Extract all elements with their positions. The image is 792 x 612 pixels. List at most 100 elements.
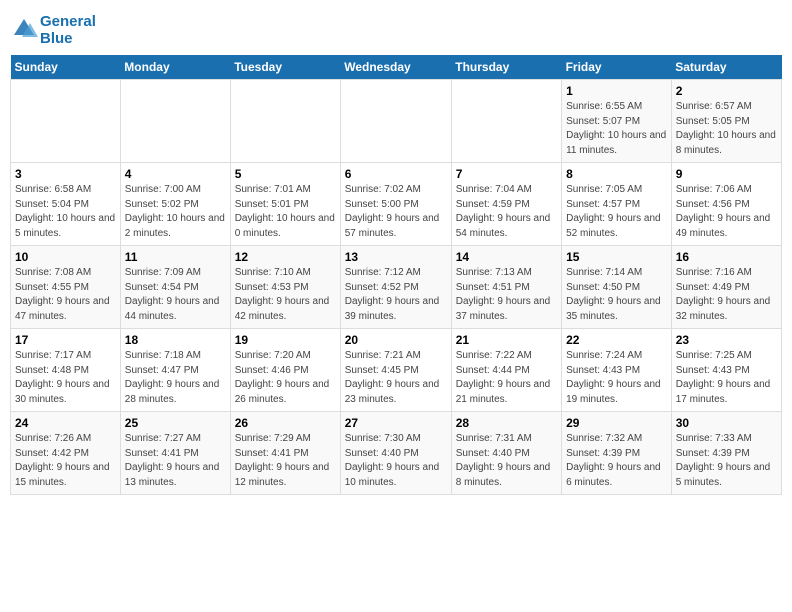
- calendar-cell: 26 Sunrise: 7:29 AM Sunset: 4:41 PM Dayli…: [230, 412, 340, 495]
- day-number: 11: [125, 250, 226, 264]
- day-info: Sunrise: 7:32 AM Sunset: 4:39 PM Dayligh…: [566, 432, 667, 490]
- calendar-cell: 22 Sunrise: 7:24 AM Sunset: 4:43 PM Dayli…: [562, 329, 672, 412]
- logo-text: General Blue: [40, 14, 96, 47]
- day-number: 2: [676, 84, 777, 98]
- day-info: Sunrise: 7:21 AM Sunset: 4:45 PM Dayligh…: [345, 349, 447, 407]
- calendar-cell: [230, 80, 340, 163]
- day-number: 5: [235, 167, 336, 181]
- day-info: Sunrise: 7:25 AM Sunset: 4:43 PM Dayligh…: [676, 349, 777, 407]
- day-info: Sunrise: 7:13 AM Sunset: 4:51 PM Dayligh…: [456, 266, 557, 324]
- weekday-header-wednesday: Wednesday: [340, 55, 451, 80]
- day-number: 16: [676, 250, 777, 264]
- calendar-cell: 27Sunrise: 7:30 AM Sunset: 4:40 PM Dayli…: [340, 412, 451, 495]
- weekday-header-tuesday: Tuesday: [230, 55, 340, 80]
- day-info: Sunrise: 6:57 AM Sunset: 5:05 PM Dayligh…: [676, 100, 777, 158]
- calendar-cell: 11 Sunrise: 7:09 AM Sunset: 4:54 PM Dayli…: [120, 246, 230, 329]
- day-info: Sunrise: 7:24 AM Sunset: 4:43 PM Dayligh…: [566, 349, 667, 407]
- weekday-header-monday: Monday: [120, 55, 230, 80]
- calendar-cell: 17 Sunrise: 7:17 AM Sunset: 4:48 PM Dayli…: [11, 329, 121, 412]
- calendar-cell: 28 Sunrise: 7:31 AM Sunset: 4:40 PM Dayli…: [451, 412, 561, 495]
- day-info: Sunrise: 7:02 AM Sunset: 5:00 PM Dayligh…: [345, 183, 447, 241]
- day-number: 22: [566, 333, 667, 347]
- day-info: Sunrise: 7:20 AM Sunset: 4:46 PM Dayligh…: [235, 349, 336, 407]
- day-number: 26: [235, 416, 336, 430]
- week-row-4: 17 Sunrise: 7:17 AM Sunset: 4:48 PM Dayli…: [11, 329, 782, 412]
- day-number: 17: [15, 333, 116, 347]
- calendar-cell: 20 Sunrise: 7:21 AM Sunset: 4:45 PM Dayli…: [340, 329, 451, 412]
- day-number: 3: [15, 167, 116, 181]
- day-info: Sunrise: 7:09 AM Sunset: 4:54 PM Dayligh…: [125, 266, 226, 324]
- day-number: 1: [566, 84, 667, 98]
- week-row-2: 3Sunrise: 6:58 AM Sunset: 5:04 PM Daylig…: [11, 163, 782, 246]
- logo: General Blue: [10, 14, 96, 47]
- calendar-cell: [451, 80, 561, 163]
- calendar-cell: 9 Sunrise: 7:06 AM Sunset: 4:56 PM Daylig…: [671, 163, 781, 246]
- day-info: Sunrise: 7:18 AM Sunset: 4:47 PM Dayligh…: [125, 349, 226, 407]
- day-info: Sunrise: 7:10 AM Sunset: 4:53 PM Dayligh…: [235, 266, 336, 324]
- calendar-cell: [11, 80, 121, 163]
- day-info: Sunrise: 7:30 AM Sunset: 4:40 PM Dayligh…: [345, 432, 447, 490]
- day-info: Sunrise: 7:16 AM Sunset: 4:49 PM Dayligh…: [676, 266, 777, 324]
- day-info: Sunrise: 6:55 AM Sunset: 5:07 PM Dayligh…: [566, 100, 667, 158]
- day-number: 15: [566, 250, 667, 264]
- day-number: 20: [345, 333, 447, 347]
- day-number: 9: [676, 167, 777, 181]
- day-info: Sunrise: 7:04 AM Sunset: 4:59 PM Dayligh…: [456, 183, 557, 241]
- weekday-header-sunday: Sunday: [11, 55, 121, 80]
- calendar-cell: 30Sunrise: 7:33 AM Sunset: 4:39 PM Dayli…: [671, 412, 781, 495]
- day-number: 8: [566, 167, 667, 181]
- calendar-cell: 12 Sunrise: 7:10 AM Sunset: 4:53 PM Dayli…: [230, 246, 340, 329]
- day-number: 13: [345, 250, 447, 264]
- day-number: 4: [125, 167, 226, 181]
- weekday-header-thursday: Thursday: [451, 55, 561, 80]
- calendar-cell: 4 Sunrise: 7:00 AM Sunset: 5:02 PM Daylig…: [120, 163, 230, 246]
- weekday-header-row: SundayMondayTuesdayWednesdayThursdayFrid…: [11, 55, 782, 80]
- calendar-cell: 24Sunrise: 7:26 AM Sunset: 4:42 PM Dayli…: [11, 412, 121, 495]
- day-number: 24: [15, 416, 116, 430]
- day-number: 23: [676, 333, 777, 347]
- day-number: 21: [456, 333, 557, 347]
- calendar-cell: 10Sunrise: 7:08 AM Sunset: 4:55 PM Dayli…: [11, 246, 121, 329]
- day-number: 7: [456, 167, 557, 181]
- day-info: Sunrise: 7:05 AM Sunset: 4:57 PM Dayligh…: [566, 183, 667, 241]
- day-number: 29: [566, 416, 667, 430]
- day-info: Sunrise: 7:22 AM Sunset: 4:44 PM Dayligh…: [456, 349, 557, 407]
- calendar-cell: 7 Sunrise: 7:04 AM Sunset: 4:59 PM Daylig…: [451, 163, 561, 246]
- day-info: Sunrise: 7:06 AM Sunset: 4:56 PM Dayligh…: [676, 183, 777, 241]
- day-info: Sunrise: 7:27 AM Sunset: 4:41 PM Dayligh…: [125, 432, 226, 490]
- day-number: 6: [345, 167, 447, 181]
- calendar-cell: 21 Sunrise: 7:22 AM Sunset: 4:44 PM Dayli…: [451, 329, 561, 412]
- day-info: Sunrise: 7:29 AM Sunset: 4:41 PM Dayligh…: [235, 432, 336, 490]
- weekday-header-friday: Friday: [562, 55, 672, 80]
- week-row-5: 24Sunrise: 7:26 AM Sunset: 4:42 PM Dayli…: [11, 412, 782, 495]
- calendar-cell: 15Sunrise: 7:14 AM Sunset: 4:50 PM Dayli…: [562, 246, 672, 329]
- calendar-cell: 19 Sunrise: 7:20 AM Sunset: 4:46 PM Dayli…: [230, 329, 340, 412]
- day-info: Sunrise: 7:12 AM Sunset: 4:52 PM Dayligh…: [345, 266, 447, 324]
- calendar-cell: 16 Sunrise: 7:16 AM Sunset: 4:49 PM Dayli…: [671, 246, 781, 329]
- day-number: 12: [235, 250, 336, 264]
- day-number: 14: [456, 250, 557, 264]
- day-info: Sunrise: 7:17 AM Sunset: 4:48 PM Dayligh…: [15, 349, 116, 407]
- calendar-cell: 2 Sunrise: 6:57 AM Sunset: 5:05 PM Daylig…: [671, 80, 781, 163]
- day-number: 18: [125, 333, 226, 347]
- week-row-1: 1 Sunrise: 6:55 AM Sunset: 5:07 PM Daylig…: [11, 80, 782, 163]
- day-info: Sunrise: 7:00 AM Sunset: 5:02 PM Dayligh…: [125, 183, 226, 241]
- calendar-cell: 13 Sunrise: 7:12 AM Sunset: 4:52 PM Dayli…: [340, 246, 451, 329]
- day-info: Sunrise: 7:31 AM Sunset: 4:40 PM Dayligh…: [456, 432, 557, 490]
- calendar-cell: 25Sunrise: 7:27 AM Sunset: 4:41 PM Dayli…: [120, 412, 230, 495]
- calendar-cell: 14 Sunrise: 7:13 AM Sunset: 4:51 PM Dayli…: [451, 246, 561, 329]
- calendar-cell: 18 Sunrise: 7:18 AM Sunset: 4:47 PM Dayli…: [120, 329, 230, 412]
- calendar-table: SundayMondayTuesdayWednesdayThursdayFrid…: [10, 55, 782, 495]
- calendar-cell: 23 Sunrise: 7:25 AM Sunset: 4:43 PM Dayli…: [671, 329, 781, 412]
- day-number: 19: [235, 333, 336, 347]
- calendar-cell: 3Sunrise: 6:58 AM Sunset: 5:04 PM Daylig…: [11, 163, 121, 246]
- calendar-cell: 29 Sunrise: 7:32 AM Sunset: 4:39 PM Dayli…: [562, 412, 672, 495]
- logo-icon: [10, 15, 38, 43]
- week-row-3: 10Sunrise: 7:08 AM Sunset: 4:55 PM Dayli…: [11, 246, 782, 329]
- header: General Blue: [10, 10, 782, 47]
- calendar-cell: [340, 80, 451, 163]
- calendar-cell: [120, 80, 230, 163]
- day-info: Sunrise: 7:01 AM Sunset: 5:01 PM Dayligh…: [235, 183, 336, 241]
- day-info: Sunrise: 7:33 AM Sunset: 4:39 PM Dayligh…: [676, 432, 777, 490]
- day-number: 28: [456, 416, 557, 430]
